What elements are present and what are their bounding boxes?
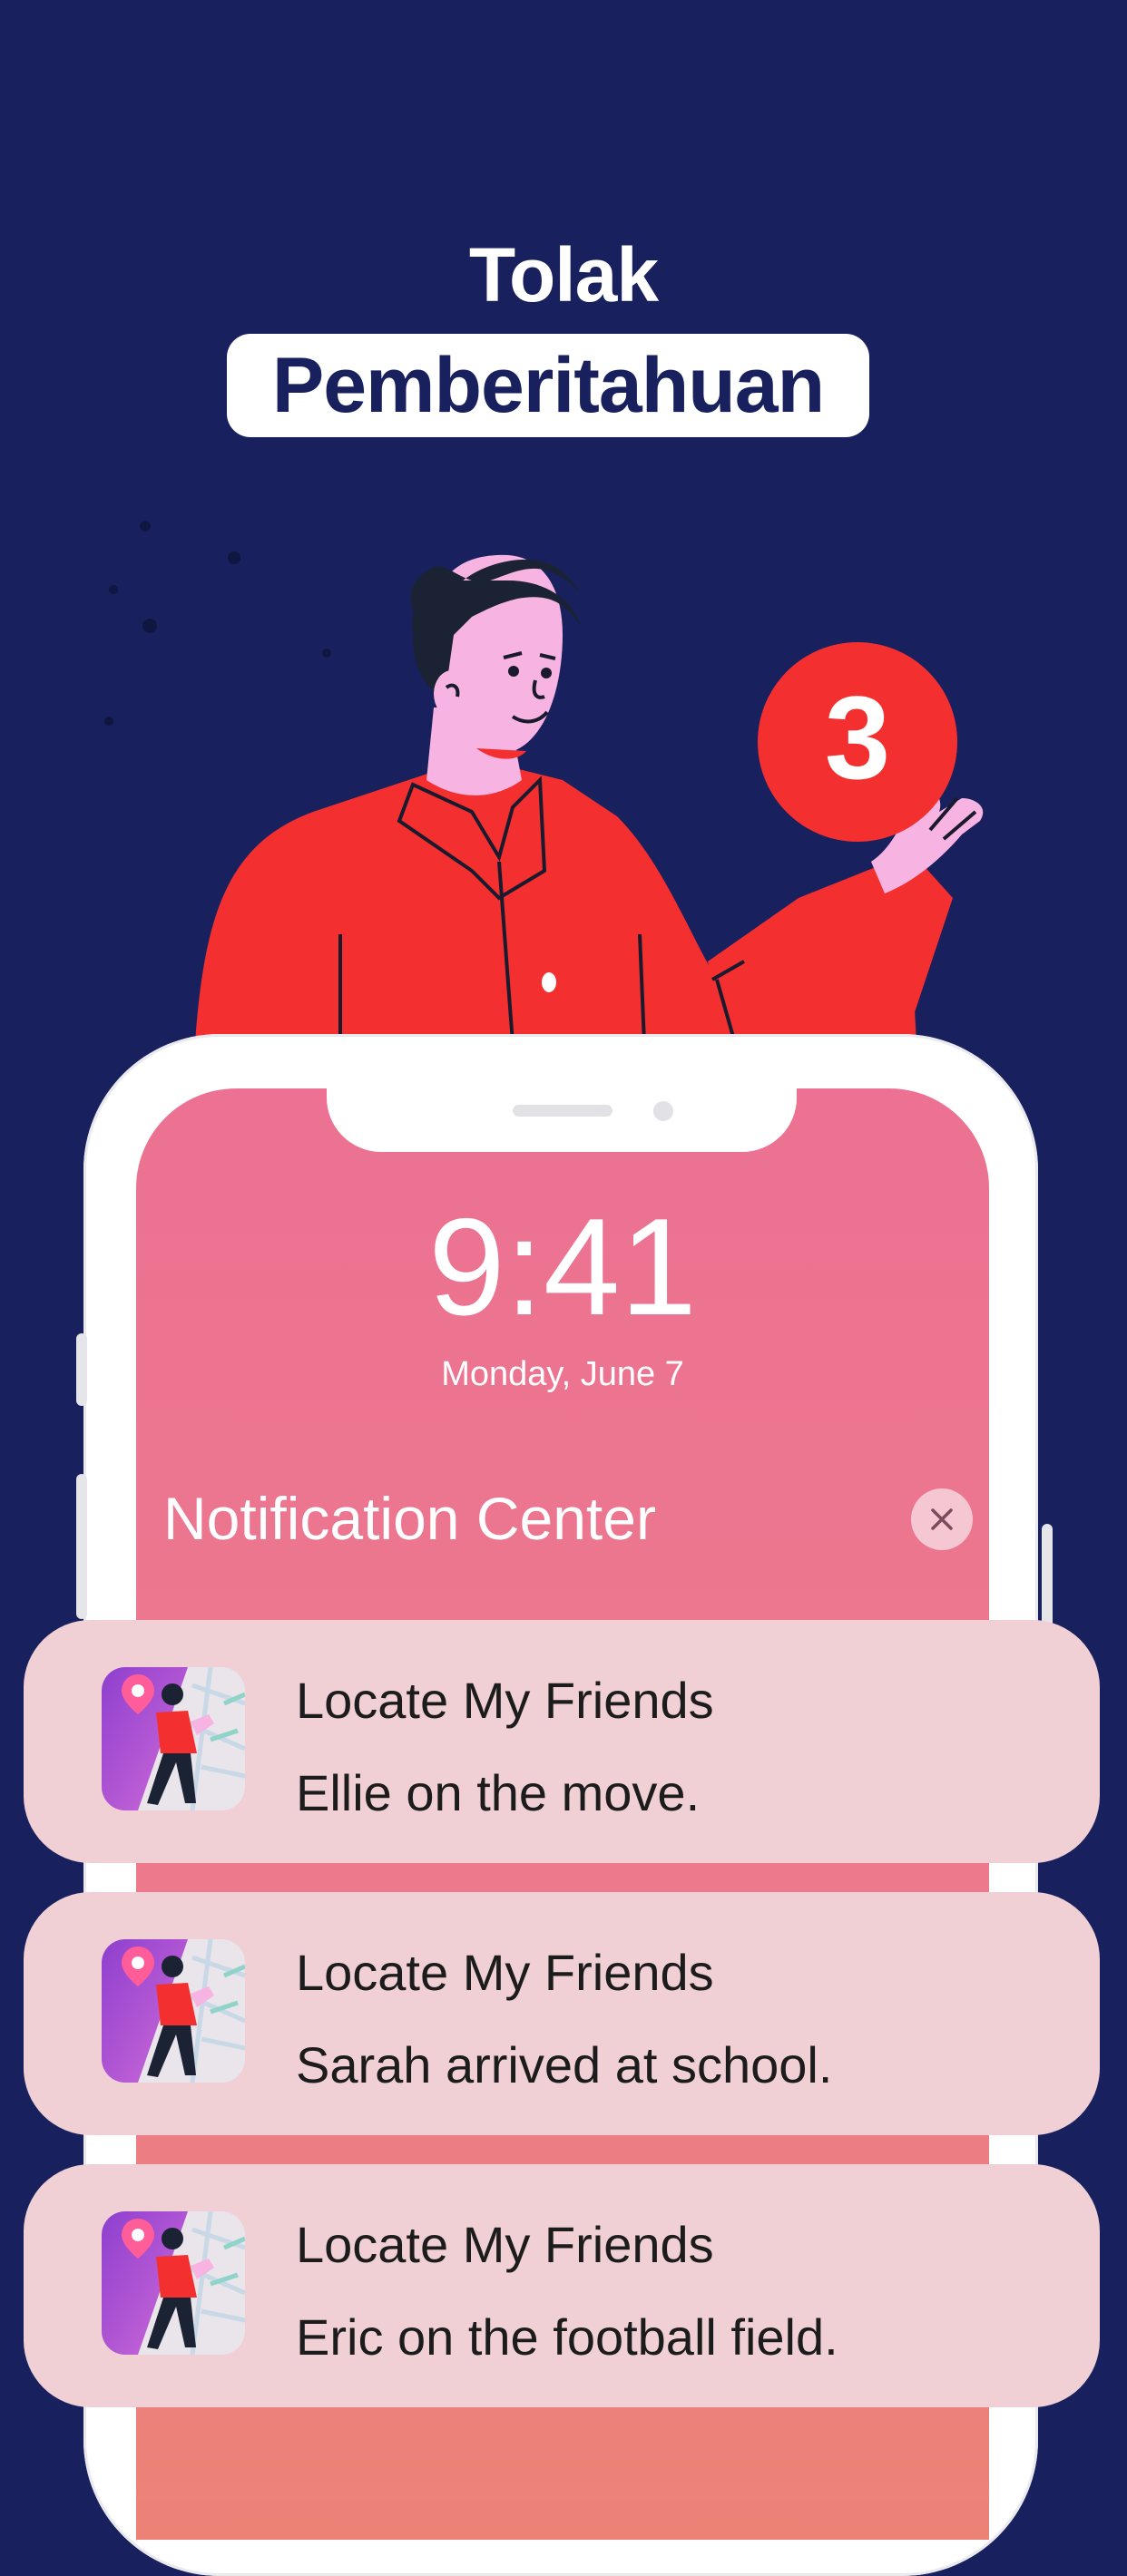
phone-notch xyxy=(327,1088,797,1152)
notification-message: Sarah arrived at school. xyxy=(296,2036,833,2093)
notification-message: Ellie on the move. xyxy=(296,1764,701,1821)
notification-app-name: Locate My Friends xyxy=(296,1944,714,2001)
locate-friends-icon xyxy=(102,1667,245,1810)
person-illustration xyxy=(104,521,984,1044)
locate-friends-icon xyxy=(102,1939,245,2083)
notification-app-name: Locate My Friends xyxy=(296,1672,714,1729)
notification-center-title: Notification Center xyxy=(163,1485,656,1552)
phone-camera xyxy=(653,1101,673,1121)
phone-volume-button xyxy=(76,1474,87,1619)
notification-center-close-button[interactable] xyxy=(911,1488,973,1550)
close-icon xyxy=(931,1508,953,1530)
notification-badge-count: 3 xyxy=(824,671,891,804)
phone-side-button xyxy=(76,1333,87,1406)
lock-screen-date: Monday, June 7 xyxy=(441,1355,684,1393)
shirt-button xyxy=(542,972,556,992)
notification-message: Eric on the football field. xyxy=(296,2308,838,2366)
phone-speaker xyxy=(513,1105,612,1117)
star-dots xyxy=(104,521,331,726)
notification-card-3[interactable]: Locate My Friends Eric on the football f… xyxy=(24,2164,1100,2407)
notification-card-2[interactable]: Locate My Friends Sarah arrived at schoo… xyxy=(24,1892,1100,2135)
app-icon xyxy=(102,2211,245,2355)
lock-screen-time: 9:41 xyxy=(428,1190,697,1344)
notification-app-name: Locate My Friends xyxy=(296,2216,714,2273)
app-icon xyxy=(102,1939,245,2083)
notification-card-1[interactable]: Locate My Friends Ellie on the move. xyxy=(24,1620,1100,1863)
raised-arm xyxy=(708,853,953,1043)
locate-friends-icon xyxy=(102,2211,245,2355)
app-icon xyxy=(102,1667,245,1810)
